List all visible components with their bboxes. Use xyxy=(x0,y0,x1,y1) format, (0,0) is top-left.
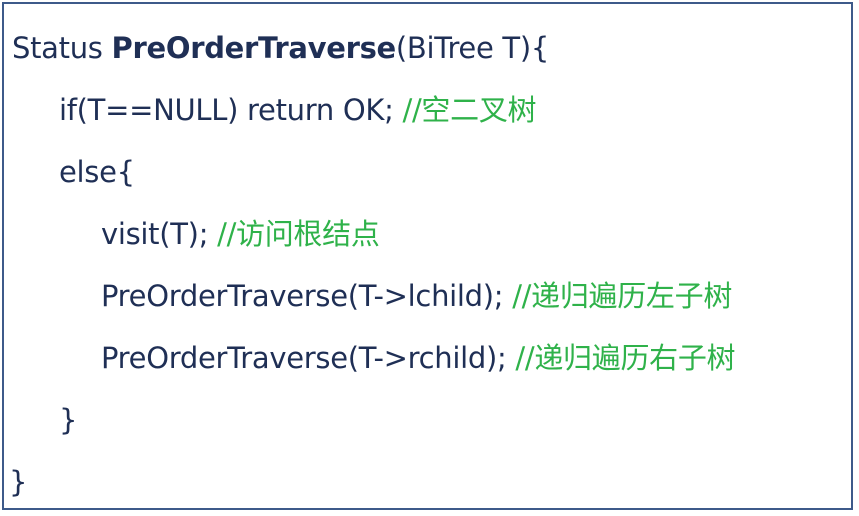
code-line-visit: visit(T); //访问根结点 xyxy=(4,214,380,254)
code-line-signature: Status PreOrderTraverse(BiTree T){ xyxy=(4,28,549,68)
code-comment: //递归遍历右子树 xyxy=(515,341,736,375)
code-comment: //空二叉树 xyxy=(402,93,537,127)
code-text: if(T==NULL) return OK; xyxy=(59,93,403,127)
return-type: Status xyxy=(12,31,112,65)
code-text: else{ xyxy=(59,155,135,189)
code-comment: //访问根结点 xyxy=(217,217,380,251)
code-line-null-check: if(T==NULL) return OK; //空二叉树 xyxy=(4,90,537,130)
parameter-list: (BiTree T){ xyxy=(395,31,550,65)
code-line-right-recursion: PreOrderTraverse(T->rchild); //递归遍历右子树 xyxy=(4,338,736,378)
code-comment: //递归遍历左子树 xyxy=(512,279,733,313)
function-name: PreOrderTraverse xyxy=(111,31,397,65)
code-line-else: else{ xyxy=(4,152,135,192)
code-line-left-recursion: PreOrderTraverse(T->lchild); //递归遍历左子树 xyxy=(4,276,732,316)
code-block: Status PreOrderTraverse(BiTree T){ if(T=… xyxy=(2,2,853,510)
code-text: PreOrderTraverse(T->rchild); xyxy=(101,341,516,375)
code-text: } xyxy=(9,465,28,499)
code-text: } xyxy=(59,403,78,437)
code-text: PreOrderTraverse(T->lchild); xyxy=(101,279,513,313)
code-line-else-close: } xyxy=(4,400,77,440)
code-text: visit(T); xyxy=(101,217,218,251)
code-line-function-close: } xyxy=(4,462,27,502)
